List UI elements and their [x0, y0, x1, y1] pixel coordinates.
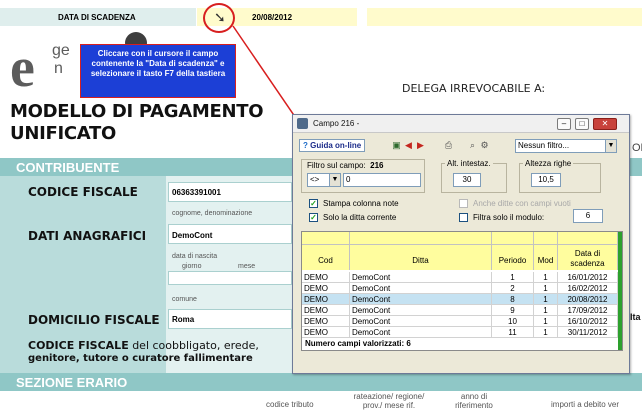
- filtra-modulo-label: Filtra solo il modulo:: [473, 213, 545, 222]
- minimize-button[interactable]: –: [557, 118, 571, 130]
- table-row[interactable]: DEMO DemoCont 2 1 16/02/2012: [302, 283, 622, 294]
- operator-select[interactable]: <> ▼: [307, 173, 341, 187]
- dialog-title: Campo 216 -: [313, 119, 360, 128]
- altezza-righe-input[interactable]: 10,5: [531, 173, 561, 187]
- table-row[interactable]: DEMO DemoCont 10 1 16/10/2012: [302, 316, 622, 327]
- prev-icon[interactable]: ◀: [403, 140, 414, 151]
- filtro-value-input[interactable]: 0: [343, 173, 421, 187]
- filtro-label: Filtro sul campo: 216: [307, 161, 384, 170]
- operator-chevron-icon: ▼: [329, 174, 340, 186]
- results-table: Cod Ditta Periodo Mod Data di scadenza D…: [301, 231, 623, 351]
- column-header-data-scadenza[interactable]: Data di scadenza: [558, 232, 618, 270]
- close-button[interactable]: ✕: [593, 118, 617, 130]
- column-header-periodo[interactable]: Periodo: [492, 232, 534, 270]
- table-footer: Numero campi valorizzati: 6: [305, 339, 411, 348]
- column-header-cod[interactable]: Cod: [302, 232, 350, 270]
- next-icon[interactable]: ▶: [415, 140, 426, 151]
- solo-ditta-checkbox[interactable]: ✓: [309, 213, 318, 222]
- dialog-titlebar[interactable]: Campo 216 - – □ ✕: [293, 115, 629, 133]
- solo-ditta-label: Solo la ditta corrente: [323, 213, 397, 222]
- column-header-mod[interactable]: Mod: [534, 232, 558, 270]
- search-icon[interactable]: ⌕: [467, 140, 478, 151]
- window-icon: [297, 118, 308, 129]
- modulo-input[interactable]: 6: [573, 209, 603, 223]
- table-row[interactable]: DEMO DemoCont 9 1 17/09/2012: [302, 305, 622, 316]
- alt-intestaz-label: Alt. intestaz.: [445, 159, 493, 168]
- column-header-ditta[interactable]: Ditta: [350, 232, 492, 270]
- stampa-note-checkbox[interactable]: ✓: [309, 199, 318, 208]
- alt-intestaz-input[interactable]: 30: [453, 173, 481, 187]
- print-icon[interactable]: ⎙: [443, 140, 454, 151]
- altezza-righe-label: Altezza righe: [523, 159, 574, 168]
- filter-select[interactable]: Nessun filtro... ▼: [515, 139, 617, 153]
- campo-dialog: Campo 216 - – □ ✕ ? Guida on-line ▣ ◀ ▶ …: [292, 114, 630, 374]
- anche-ditte-checkbox[interactable]: [459, 199, 468, 208]
- chevron-down-icon: ▼: [605, 140, 616, 152]
- table-row-selected[interactable]: DEMO DemoCont 8 1 20/08/2012: [302, 294, 622, 305]
- filtra-modulo-checkbox[interactable]: [459, 213, 468, 222]
- table-row[interactable]: DEMO DemoCont 1 1 16/01/2012: [302, 272, 622, 283]
- maximize-button[interactable]: □: [575, 118, 589, 130]
- settings-icon[interactable]: ⚙: [479, 140, 490, 151]
- export-icon[interactable]: ▣: [391, 140, 402, 151]
- guida-online-button[interactable]: ? Guida on-line: [299, 139, 366, 152]
- header-divider: [302, 244, 618, 245]
- anche-ditte-label: Anche ditte con campi vuoti: [473, 199, 571, 208]
- table-row[interactable]: DEMO DemoCont 11 1 30/11/2012: [302, 327, 622, 338]
- stampa-note-label: Stampa colonna note: [323, 199, 399, 208]
- instruction-callout: Cliccare con il cursore il campo contene…: [80, 44, 236, 98]
- help-icon: ?: [303, 141, 308, 150]
